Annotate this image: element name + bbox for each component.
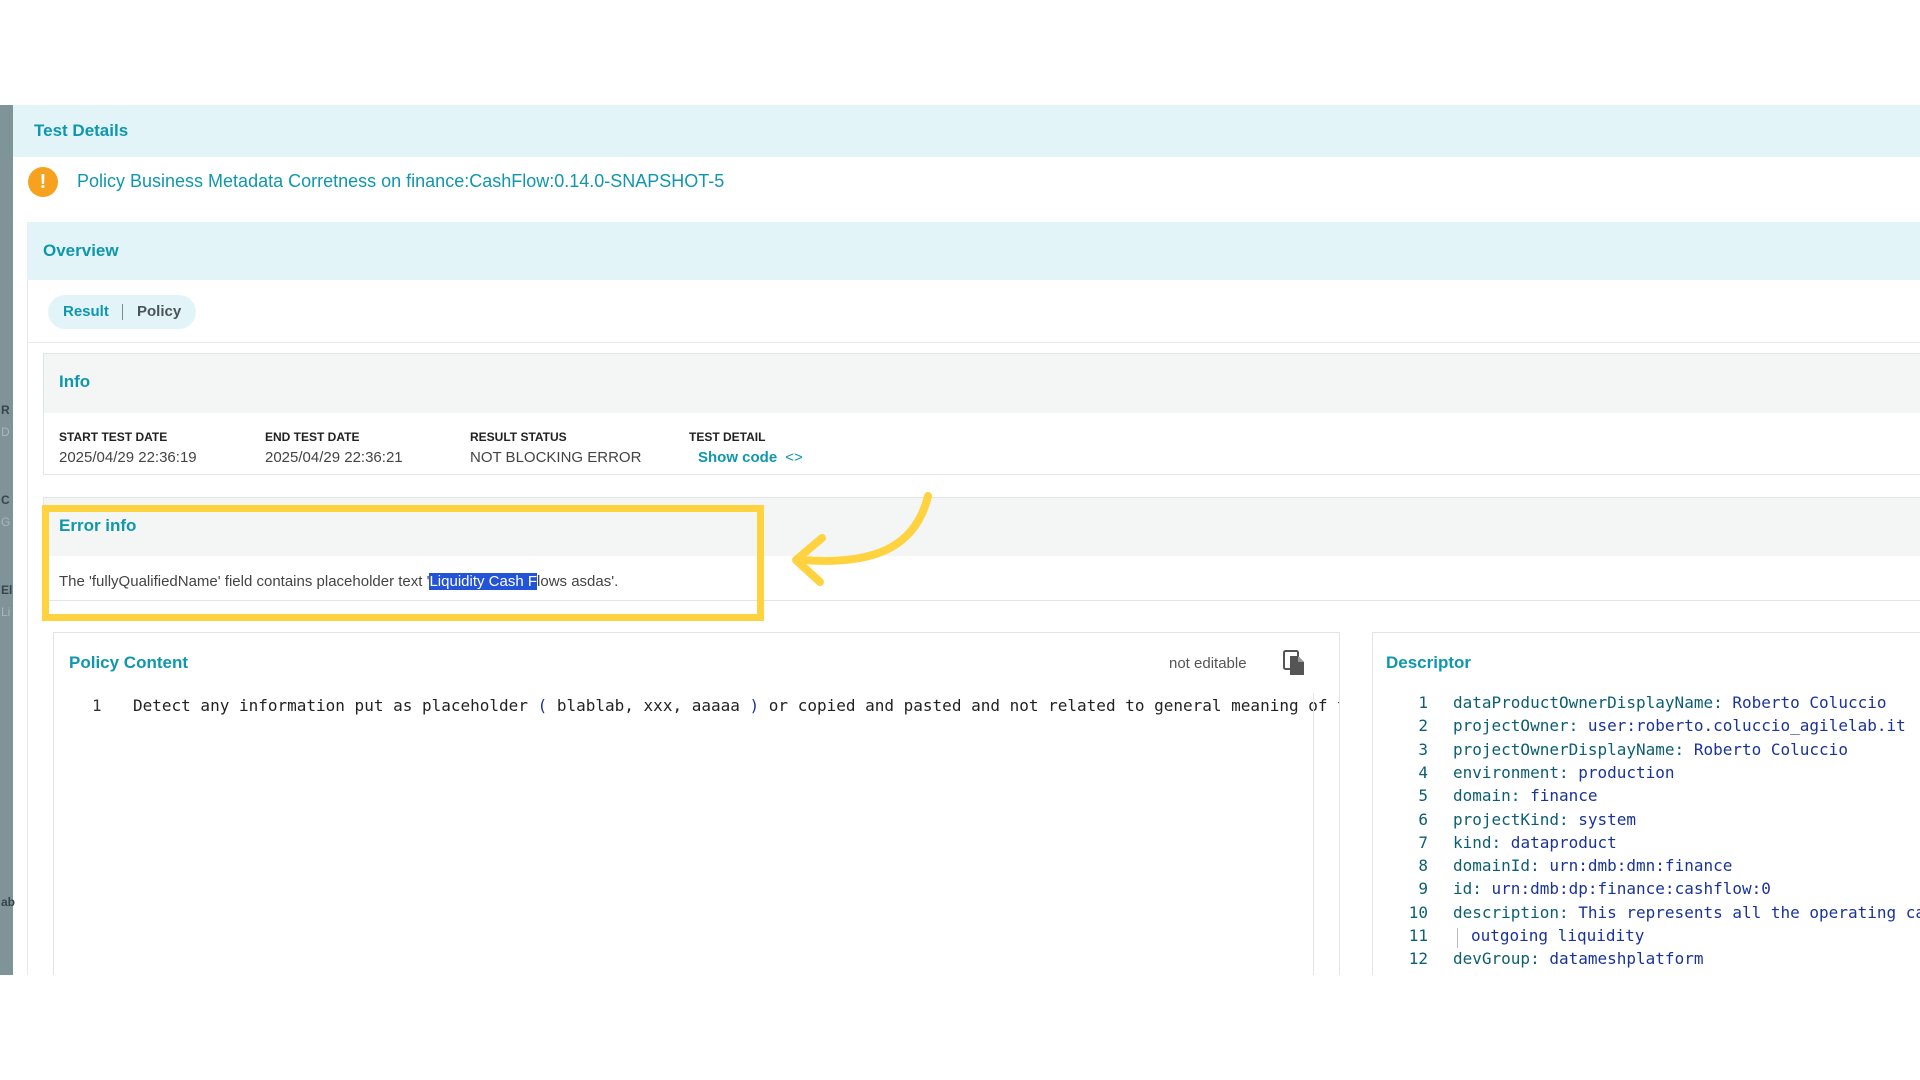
line-number: 2 [1418, 716, 1428, 736]
info-header: Info [44, 354, 1920, 413]
start-date-label: START TEST DATE [59, 430, 168, 444]
yaml-key: domain: [1453, 786, 1521, 806]
annotation-highlight-box [42, 505, 764, 621]
yaml-key: projectKind: [1453, 809, 1569, 829]
yaml-entry: environment: production [1453, 763, 1675, 782]
exclamation-circle-icon: ! [28, 167, 58, 197]
sidebar-fragment: El [1, 583, 13, 597]
screenshot-region: R D C G El Li ab Test Details ! Policy B… [0, 105, 1920, 975]
show-code-link[interactable]: Show code <> [689, 449, 803, 466]
descriptor-panel: Descriptor 1 dataProductOwnerDisplayName:… [1372, 632, 1920, 975]
end-date-value: 2025/04/29 22:36:21 [265, 449, 403, 466]
sidebar-fragment: R [1, 403, 10, 417]
result-status-value: NOT BLOCKING ERROR [470, 449, 642, 466]
test-detail-label: TEST DETAIL [689, 430, 766, 444]
code-text: blablab, xxx, aaaaa [547, 696, 750, 715]
yaml-entry: domain: finance [1453, 786, 1598, 805]
code-paren: ) [749, 696, 760, 715]
sidebar-fragment: ab [1, 895, 16, 909]
line-number: 4 [1418, 762, 1428, 782]
code-text: Detect any information put as placeholde… [133, 696, 538, 715]
show-code-label: Show code [698, 449, 778, 466]
code-brackets-icon: <> [785, 449, 803, 466]
test-details-header: Test Details [13, 105, 1920, 157]
tab-result[interactable]: Result [63, 295, 109, 329]
yaml-value: urn:dmb:dp:finance:cashflow:0 [1481, 879, 1771, 899]
annotation-arrow-icon [792, 492, 932, 586]
start-date-field: START TEST DATE 2025/04/29 22:36:19 [59, 430, 197, 466]
overview-tabs: Result Policy [48, 295, 196, 329]
yaml-key: domainId: [1453, 856, 1540, 876]
yaml-value: user:roberto.coluccio_agilelab.it [1578, 716, 1906, 736]
policy-content-panel: Policy Content not editable 1 Detect any… [53, 632, 1340, 975]
line-number: 9 [1418, 879, 1428, 899]
code-text: or copied and pasted and not related to … [759, 696, 1340, 715]
yaml-value: production [1568, 762, 1675, 782]
end-date-field: END TEST DATE 2025/04/29 22:36:21 [265, 430, 403, 466]
line-number: 1 [1418, 693, 1428, 712]
yaml-value: urn:dmb:dmn:finance [1539, 856, 1733, 876]
code-line-number: 1 [92, 696, 102, 715]
tab-divider [122, 304, 123, 320]
result-status-field: RESULT STATUS NOT BLOCKING ERROR [470, 430, 641, 466]
yaml-key: kind: [1453, 832, 1502, 852]
background-sidebar: R D C G El Li ab [0, 105, 16, 975]
yaml-entry: description: This represents all the ope… [1453, 903, 1920, 922]
sidebar-fragment: Li [1, 605, 11, 619]
line-number: 11 [1408, 926, 1428, 945]
divider [27, 342, 1920, 343]
policy-content-title: Policy Content [69, 653, 189, 672]
yaml-entry: projectKind: system [1453, 810, 1636, 829]
line-number: 3 [1418, 739, 1428, 759]
test-detail-field: TEST DETAIL Show code <> [689, 430, 803, 466]
line-number: 5 [1418, 786, 1428, 806]
yaml-entry: kind: dataproduct [1453, 833, 1617, 852]
line-number: 6 [1418, 809, 1428, 829]
yaml-value: This represents all the operating cas [1568, 902, 1920, 922]
yaml-value: Roberto Coluccio [1684, 739, 1848, 759]
end-date-label: END TEST DATE [265, 430, 360, 444]
line-number: 8 [1418, 856, 1428, 876]
sidebar-fragment: G [1, 515, 11, 529]
yaml-value: outgoing liquidity [1471, 926, 1645, 945]
yaml-key: projectOwner: [1453, 716, 1579, 736]
line-number: 12 [1408, 949, 1428, 969]
result-status-label: RESULT STATUS [470, 430, 567, 444]
yaml-key: devGroup: [1453, 949, 1540, 969]
descriptor-title: Descriptor [1386, 653, 1472, 672]
sidebar-fragment: C [1, 493, 10, 507]
line-number: 10 [1408, 902, 1428, 922]
yaml-key: id: [1453, 879, 1482, 899]
yaml-entry: projectOwner: user:roberto.coluccio_agil… [1453, 716, 1906, 735]
editor-scrollbar[interactable] [1313, 693, 1314, 975]
info-panel: Info START TEST DATE 2025/04/29 22:36:19… [43, 353, 1920, 475]
indent-guide [1457, 928, 1458, 948]
yaml-key: dataProductOwnerDisplayName: [1453, 693, 1723, 712]
yaml-value: Roberto Coluccio [1722, 693, 1887, 712]
line-number: 7 [1418, 832, 1428, 852]
yaml-key: description: [1453, 902, 1569, 922]
yaml-value: finance [1520, 786, 1598, 806]
yaml-value: system [1568, 809, 1637, 829]
copy-icon[interactable] [1283, 650, 1305, 676]
overview-header: Overview [27, 222, 1920, 280]
policy-title: Policy Business Metadata Corretness on f… [77, 171, 725, 191]
yaml-entry: dataProductOwnerDisplayName: Roberto Col… [1453, 693, 1886, 712]
yaml-key: environment: [1453, 762, 1569, 782]
policy-code-line[interactable]: Detect any information put as placeholde… [133, 696, 1340, 715]
yaml-entry: domainId: urn:dmb:dmn:finance [1453, 856, 1732, 875]
yaml-value: dataproduct [1501, 832, 1617, 852]
not-editable-label: not editable [1169, 655, 1247, 672]
yaml-entry: id: urn:dmb:dp:finance:cashflow:0 [1453, 879, 1771, 898]
code-paren: ( [537, 696, 548, 715]
sidebar-fragment: D [1, 425, 10, 439]
start-date-value: 2025/04/29 22:36:19 [59, 449, 197, 466]
yaml-value: datameshplatform [1539, 949, 1704, 969]
yaml-key: projectOwnerDisplayName: [1453, 739, 1685, 759]
tab-policy[interactable]: Policy [137, 295, 181, 329]
yaml-entry: projectOwnerDisplayName: Roberto Colucci… [1453, 740, 1848, 759]
yaml-entry: devGroup: datameshplatform [1453, 949, 1703, 968]
